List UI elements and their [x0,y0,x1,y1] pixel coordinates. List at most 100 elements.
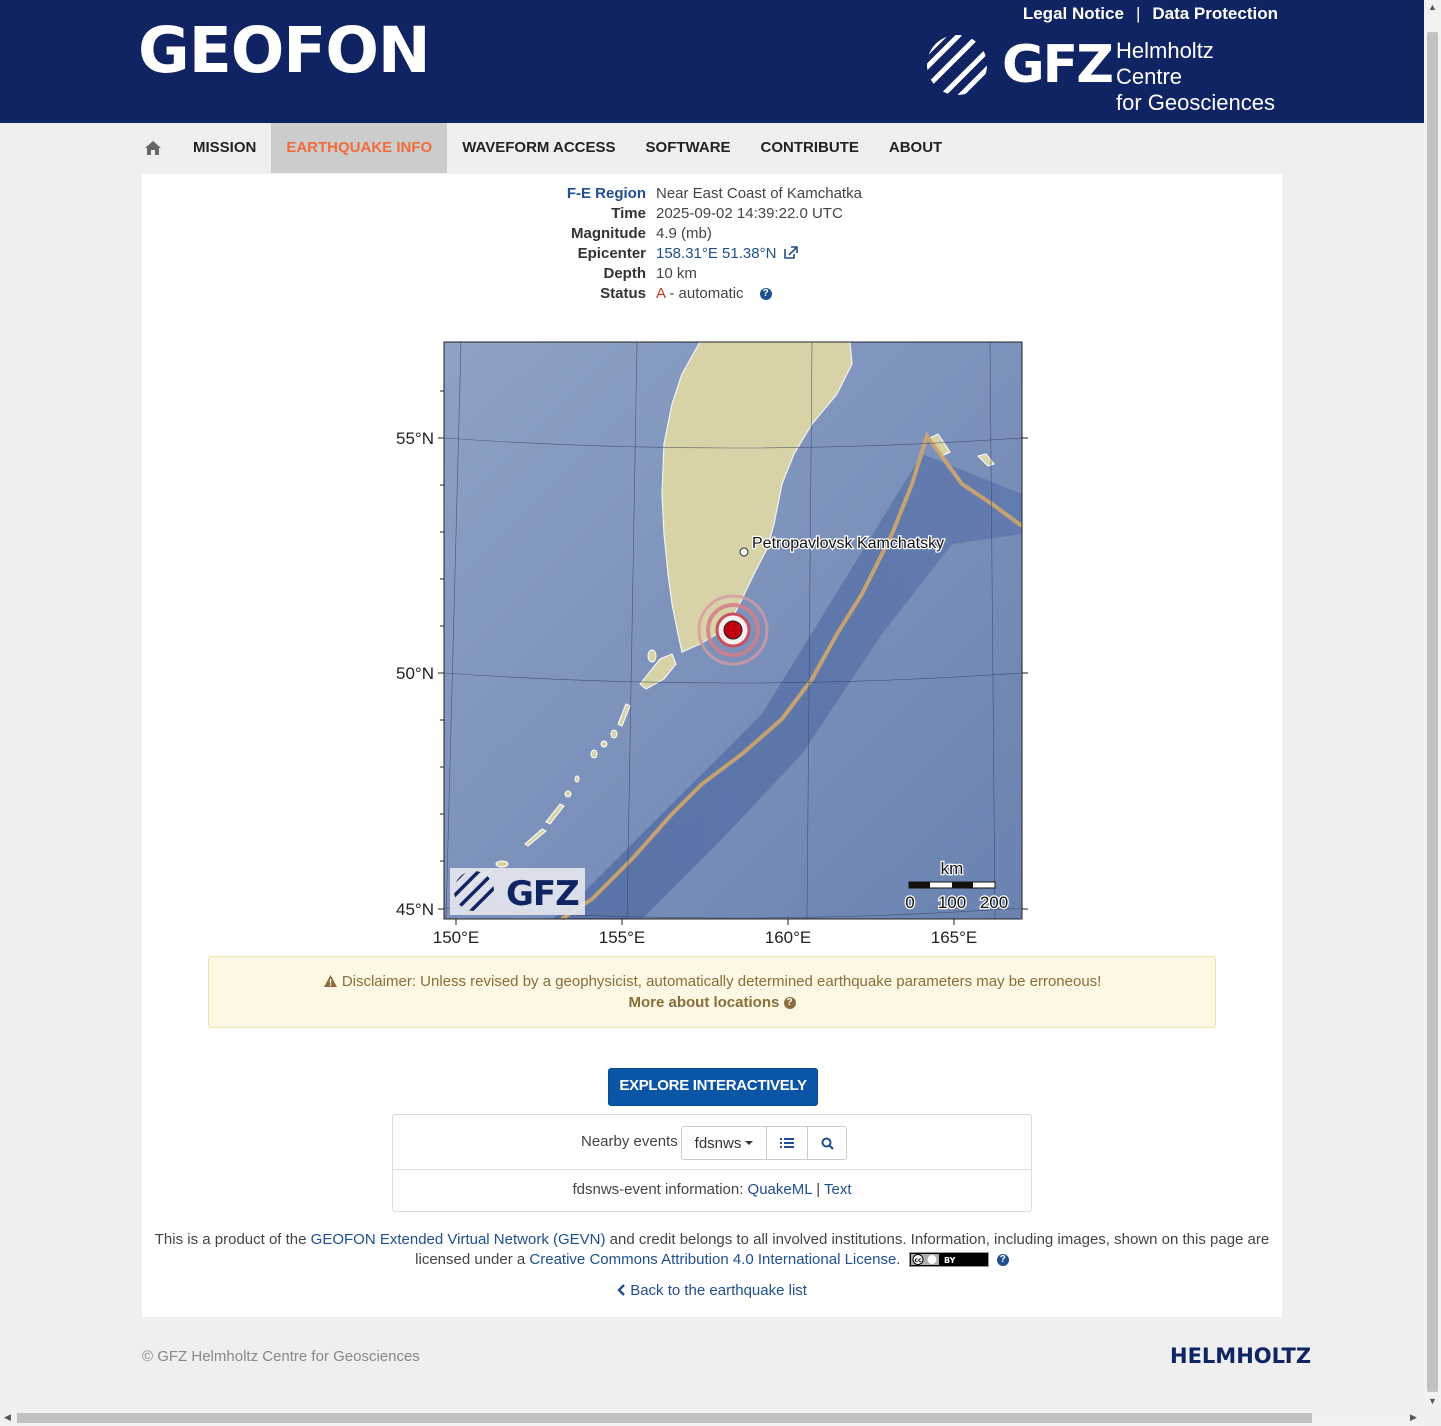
nav-contribute[interactable]: CONTRIBUTE [746,123,874,173]
nav-waveform-access[interactable]: WAVEFORM ACCESS [447,123,630,173]
status-help-icon[interactable]: ? [759,288,772,301]
epicenter-label: Epicenter [577,245,646,262]
license-link[interactable]: Creative Commons Attribution 4.0 Interna… [529,1251,896,1268]
list-icon [780,1138,794,1148]
map-lon-label-155: 155°E [599,928,646,947]
region-value: Near East Coast of Kamchatka [656,185,862,202]
gfz-subtitle-line2: for Geosciences [1116,90,1275,115]
map-scale-unit: km [941,859,964,878]
map-lon-label-160: 160°E [765,928,812,947]
search-events-button[interactable] [807,1126,847,1160]
top-links: Legal Notice | Data Protection [1023,4,1278,24]
back-to-list-link[interactable]: Back to the earthquake list [617,1282,807,1299]
gfz-logo[interactable]: GFZ Helmholtz Centre for Geosciences [926,34,1282,115]
fdsnws-info-prefix: fdsnws-event information: [572,1181,748,1198]
fdsnws-info-row: fdsnws-event information: QuakeML | Text [393,1170,1031,1210]
epicenter-link[interactable]: 158.31°E 51.38°N [656,245,776,262]
nav-mission[interactable]: MISSION [178,123,271,173]
credit-licensed: licensed under a [415,1251,530,1268]
nav-about[interactable]: ABOUT [874,123,957,173]
nearby-events-panel: Nearby events fdsnws fdsnws-event inform… [392,1114,1032,1212]
caret-down-icon [745,1141,754,1145]
nav-software[interactable]: SOFTWARE [631,123,746,173]
nav-earthquake-info[interactable]: EARTHQUAKE INFO [271,123,448,173]
svg-text:BY: BY [944,1256,956,1265]
event-row-time: Time 2025-09-02 14:39:22.0 UTC [142,204,1282,224]
external-link-icon[interactable] [783,246,798,259]
status-code: A [656,285,666,302]
top-links-separator: | [1135,4,1141,23]
map-scale-tick-100: 100 [938,893,966,912]
event-row-magnitude: Magnitude 4.9 (mb) [142,224,1282,244]
horizontal-scrollbar[interactable]: ◀ ▶ [0,1410,1424,1426]
credit-line-2: licensed under a Creative Commons Attrib… [142,1250,1282,1270]
search-icon [821,1137,834,1150]
nearby-button-group: fdsnws [681,1126,847,1160]
nav-home[interactable] [130,123,178,173]
credit-period: . [896,1251,901,1268]
time-value: 2025-09-02 14:39:22.0 UTC [656,205,843,222]
helmholtz-logo[interactable]: HELMHOLTZ [1170,1344,1311,1368]
svg-text:cc: cc [914,1257,922,1264]
credit-text: This is a product of the GEOFON Extended… [142,1230,1282,1270]
map-lon-label-165: 165°E [931,928,978,947]
scroll-up-arrow-icon[interactable]: ▲ [1428,2,1437,12]
footer-copyright: © GFZ Helmholtz Centre for Geosciences [142,1348,420,1365]
home-icon [145,141,161,155]
depth-value: 10 km [656,265,697,282]
map-scale-tick-0: 0 [905,893,914,912]
epicenter-map: 55°N 50°N 45°N 150°E 155°E 160°E 165°E P… [396,341,1028,947]
vertical-scroll-thumb[interactable] [1427,32,1438,1392]
map-scale-tick-200: 200 [980,893,1008,912]
scroll-left-arrow-icon[interactable]: ◀ [4,1412,11,1423]
depth-label: Depth [603,265,647,282]
status-label: Status [600,285,646,302]
back-to-list-label: Back to the earthquake list [630,1282,807,1299]
region-label-link[interactable]: F-E Region [142,184,656,204]
legal-notice-link[interactable]: Legal Notice [1023,4,1124,24]
horizontal-scroll-thumb[interactable] [17,1413,1312,1423]
service-dropdown[interactable]: fdsnws [681,1126,767,1160]
scroll-down-arrow-icon[interactable]: ▼ [1428,1396,1437,1406]
event-info-table: F-E Region Near East Coast of Kamchatka … [142,184,1282,304]
disclaimer-more[interactable]: More about locations ? [209,994,1215,1011]
more-about-locations-link[interactable]: More about locations [628,994,779,1011]
site-header: GEOFON Legal Notice | Data Protection GF… [0,0,1424,123]
text-link[interactable]: Text [824,1181,852,1198]
scroll-right-arrow-icon[interactable]: ▶ [1410,1412,1417,1423]
cc-by-badge-icon[interactable]: cc BY [908,1252,989,1267]
gevn-link[interactable]: GEOFON Extended Virtual Network (GEVN) [311,1231,606,1248]
license-help-icon[interactable]: ? [996,1254,1009,1267]
chevron-left-icon [617,1284,625,1296]
nearby-events-row: Nearby events fdsnws [393,1115,1031,1170]
data-protection-link[interactable]: Data Protection [1152,4,1278,24]
time-label: Time [611,205,646,222]
locations-help-icon[interactable]: ? [783,997,796,1010]
gfz-stripes-icon [927,35,987,95]
gfz-subtitle: Helmholtz Centre for Geosciences [1116,38,1282,116]
map-city-label: Petropavlovsk Kamchatsky [752,535,944,552]
status-value: A - automatic ? [656,284,772,304]
event-row-region: F-E Region Near East Coast of Kamchatka [142,184,1282,204]
disclaimer-line: Disclaimer: Unless revised by a geophysi… [209,973,1215,990]
quakeml-link[interactable]: QuakeML [748,1181,812,1198]
magnitude-value: 4.9 (mb) [656,225,712,242]
event-row-depth: Depth 10 km [142,264,1282,284]
service-dropdown-value: fdsnws [694,1134,742,1152]
event-row-epicenter: Epicenter 158.31°E 51.38°N [142,244,1282,264]
map-gfz-logo-text: GFZ [506,874,579,914]
fdsnws-pipe: | [812,1181,824,1198]
disclaimer-alert: Disclaimer: Unless revised by a geophysi… [208,956,1216,1028]
explore-interactively-button[interactable]: EXPLORE INTERACTIVELY [608,1068,818,1106]
map-epicenter-marker [697,594,769,666]
status-text: - automatic [665,285,744,302]
map-lon-label-150: 150°E [433,928,480,947]
gfz-subtitle-line1: Helmholtz Centre [1116,38,1214,89]
site-brand[interactable]: GEOFON [138,14,431,87]
vertical-scrollbar[interactable]: ▲ ▼ [1424,0,1441,1410]
map-city-marker [739,547,749,557]
main-nav: MISSION EARTHQUAKE INFO WAVEFORM ACCESS … [130,123,957,173]
list-events-button[interactable] [766,1126,808,1160]
magnitude-label: Magnitude [571,225,646,242]
disclaimer-text: Disclaimer: Unless revised by a geophysi… [341,973,1102,990]
